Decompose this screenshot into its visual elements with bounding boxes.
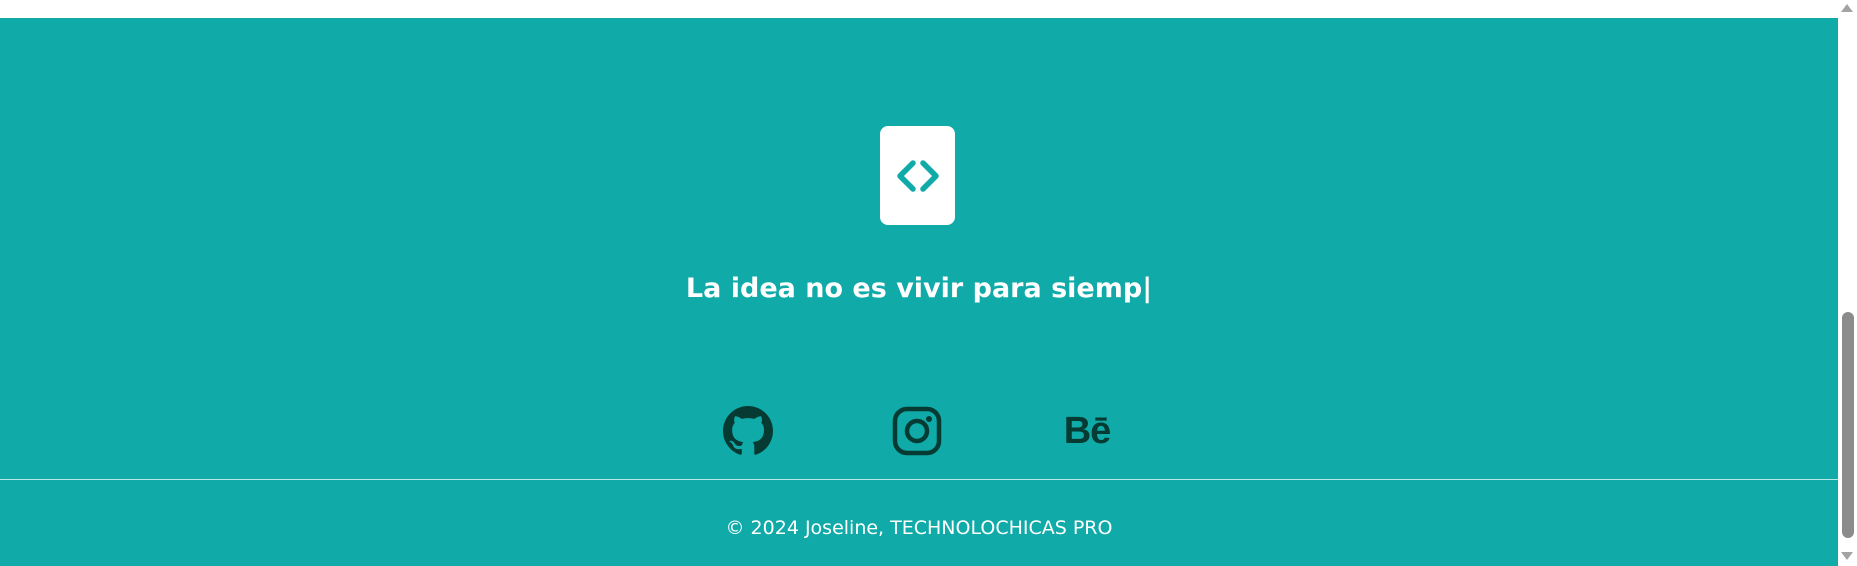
scroll-up-arrow-icon[interactable]: [1841, 4, 1853, 12]
logo[interactable]: [880, 126, 955, 225]
behance-link[interactable]: Bē: [1062, 406, 1112, 456]
code-brackets-icon: [896, 159, 939, 192]
instagram-link[interactable]: [892, 406, 942, 456]
github-icon: [723, 406, 773, 455]
scrollbar-thumb[interactable]: [1842, 312, 1854, 538]
instagram-icon: [892, 406, 942, 456]
behance-icon: Bē: [1063, 409, 1112, 452]
page-scrollbar[interactable]: [1838, 0, 1857, 566]
footer-divider: [0, 479, 1838, 480]
github-link[interactable]: [723, 406, 773, 456]
footer-tagline: La idea no es vivir para siemp|: [685, 273, 1153, 304]
scroll-down-arrow-icon[interactable]: [1841, 552, 1853, 560]
site-footer: La idea no es vivir para siemp| Bē © 202…: [0, 18, 1838, 566]
copyright-text: © 2024 Joseline, TECHNOLOCHICAS PRO: [725, 517, 1113, 539]
